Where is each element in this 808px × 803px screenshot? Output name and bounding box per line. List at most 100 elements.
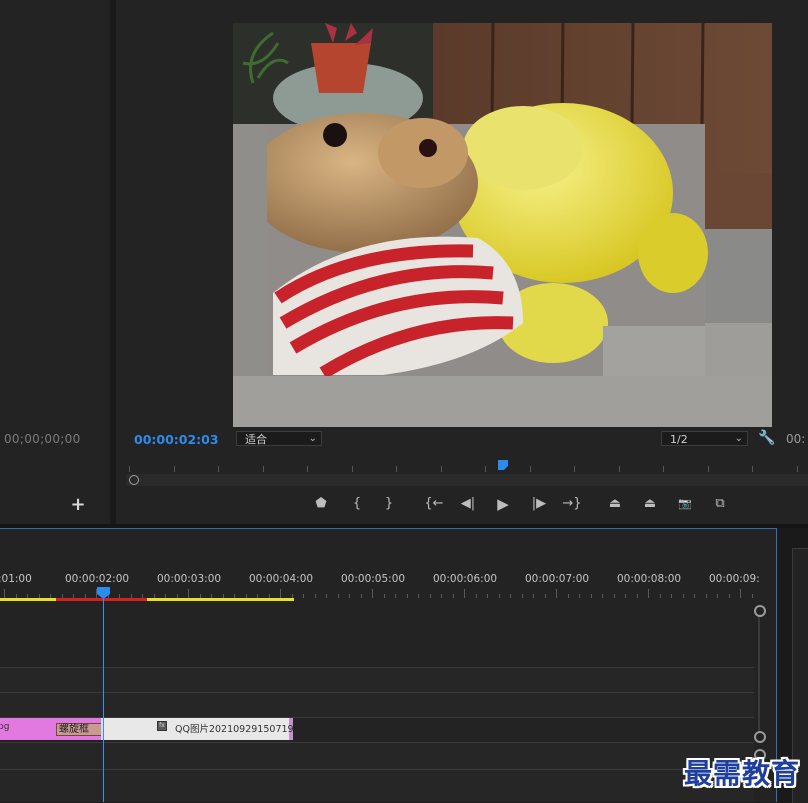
ruler-tick	[406, 594, 408, 598]
ruler-tick	[567, 594, 569, 598]
watermark-logo: 最需教育	[684, 757, 801, 790]
add-marker-button[interactable]: ⬟	[310, 495, 332, 513]
panel-menu-icon[interactable]: ...	[128, 0, 144, 3]
scroll-handle[interactable]	[754, 731, 766, 743]
ruler-tick	[533, 594, 534, 598]
program-timecode[interactable]: 00:00:02:03	[134, 432, 219, 447]
ruler-tick	[485, 466, 486, 472]
ruler-tick	[360, 594, 362, 598]
fit-zoom-dropdown[interactable]: 适合 ⌄	[236, 431, 322, 446]
ruler-tick	[579, 594, 580, 598]
ruler-tick	[751, 594, 753, 598]
fx-icon: fx	[157, 721, 167, 731]
wrench-icon[interactable]: 🔧	[758, 430, 775, 446]
ruler-tick	[173, 466, 175, 472]
ruler-timecode-label: 00:00:04:00	[249, 573, 314, 585]
scroll-handle[interactable]	[754, 605, 766, 617]
ruler-tick	[475, 594, 477, 598]
ruler-tick	[694, 594, 695, 598]
timeline-playhead-line[interactable]	[103, 599, 104, 802]
audio-track-a1[interactable]	[0, 743, 754, 769]
track-divider	[0, 769, 754, 770]
ruler-tick	[663, 466, 664, 472]
timeline-ruler[interactable]	[0, 588, 754, 598]
video-track-v2[interactable]	[0, 693, 754, 717]
ruler-tick	[682, 594, 684, 598]
ruler-timecode-label: 00:00:09:	[709, 573, 760, 585]
ruler-tick	[636, 594, 638, 598]
ruler-tick	[303, 594, 304, 598]
ruler-tick	[487, 594, 488, 598]
program-video-preview	[233, 23, 772, 427]
ruler-tick	[529, 466, 531, 472]
ruler-tick	[383, 594, 385, 598]
add-button[interactable]: +	[70, 494, 86, 515]
extract-icon: ⏏	[643, 496, 657, 511]
step-back-icon: ◀|	[460, 496, 476, 511]
ruler-tick	[349, 594, 350, 598]
play-icon: ▶	[497, 495, 509, 513]
ruler-tick	[671, 594, 672, 598]
chevron-down-icon: ⌄	[734, 433, 743, 444]
playhead-marker-icon[interactable]	[97, 587, 110, 599]
ruler-tick	[372, 589, 373, 598]
step-forward-button[interactable]: |▶	[528, 495, 550, 513]
effect-name-label: 螺旋框	[59, 724, 89, 735]
ruler-tick	[707, 466, 709, 472]
source-timecode[interactable]: 00;00;00;00	[4, 432, 81, 446]
ruler-tick	[498, 594, 500, 598]
track-divider	[0, 692, 754, 693]
compare-view-button[interactable]: ⧉	[709, 495, 731, 513]
playback-resolution-value: 1/2	[670, 433, 688, 446]
clip-name-label: QQ图片20210929150719.	[175, 724, 297, 735]
ruler-tick	[4, 589, 5, 598]
video-track-v3[interactable]	[0, 668, 754, 692]
ruler-tick	[521, 594, 523, 598]
ruler-timecode-label: 00:00:06:00	[433, 573, 498, 585]
ruler-tick	[740, 589, 741, 598]
ruler-tick	[648, 589, 649, 598]
export-frame-button[interactable]: 📷	[674, 495, 696, 513]
ruler-tick	[129, 466, 130, 472]
program-zoom-scrollbar[interactable]	[126, 474, 808, 486]
ruler-tick	[464, 589, 465, 598]
program-time-ruler[interactable]	[126, 458, 808, 472]
go-to-out-button[interactable]: →}	[561, 495, 583, 513]
render-bar-unrendered	[147, 598, 294, 601]
step-forward-icon: |▶	[531, 496, 547, 511]
ruler-tick	[188, 589, 189, 598]
ruler-tick	[752, 466, 753, 472]
track-divider	[0, 667, 754, 668]
scroll-handle[interactable]	[129, 475, 139, 485]
ruler-tick	[556, 589, 557, 598]
ruler-timecode-label: 00:00:05:00	[341, 573, 406, 585]
duration-timecode: 00:	[786, 432, 806, 446]
playhead-marker-icon[interactable]	[498, 460, 510, 470]
video-frame-image	[233, 23, 772, 427]
lift-button[interactable]: ⏏	[604, 495, 626, 513]
mark-out-button[interactable]: }	[378, 495, 400, 513]
go-to-in-button[interactable]: {←	[423, 495, 445, 513]
step-back-button[interactable]: ◀|	[457, 495, 479, 513]
ruler-tick	[218, 466, 219, 472]
ruler-tick	[602, 594, 603, 598]
ruler-timecode-label: 00:00:03:00	[157, 573, 222, 585]
ruler-tick	[659, 594, 661, 598]
ruler-tick	[625, 594, 626, 598]
ruler-tick	[574, 466, 575, 472]
ruler-tick	[510, 594, 511, 598]
ruler-tick	[613, 594, 615, 598]
ruler-timecode-label: :01:00	[0, 573, 32, 585]
camera-icon: 📷	[678, 497, 692, 510]
audio-track-a2[interactable]	[0, 770, 754, 802]
timeline-vertical-scrollbar[interactable]	[758, 613, 760, 733]
playback-resolution-dropdown[interactable]: 1/2 ⌄	[661, 431, 748, 446]
ruler-tick	[396, 466, 397, 472]
mark-in-button[interactable]: {	[346, 495, 368, 513]
ruler-tick	[337, 594, 339, 598]
mark-out-icon: }	[384, 496, 394, 511]
extract-button[interactable]: ⏏	[639, 495, 661, 513]
ruler-tick	[441, 594, 442, 598]
play-button[interactable]: ▶	[492, 495, 514, 513]
ruler-tick	[717, 594, 718, 598]
